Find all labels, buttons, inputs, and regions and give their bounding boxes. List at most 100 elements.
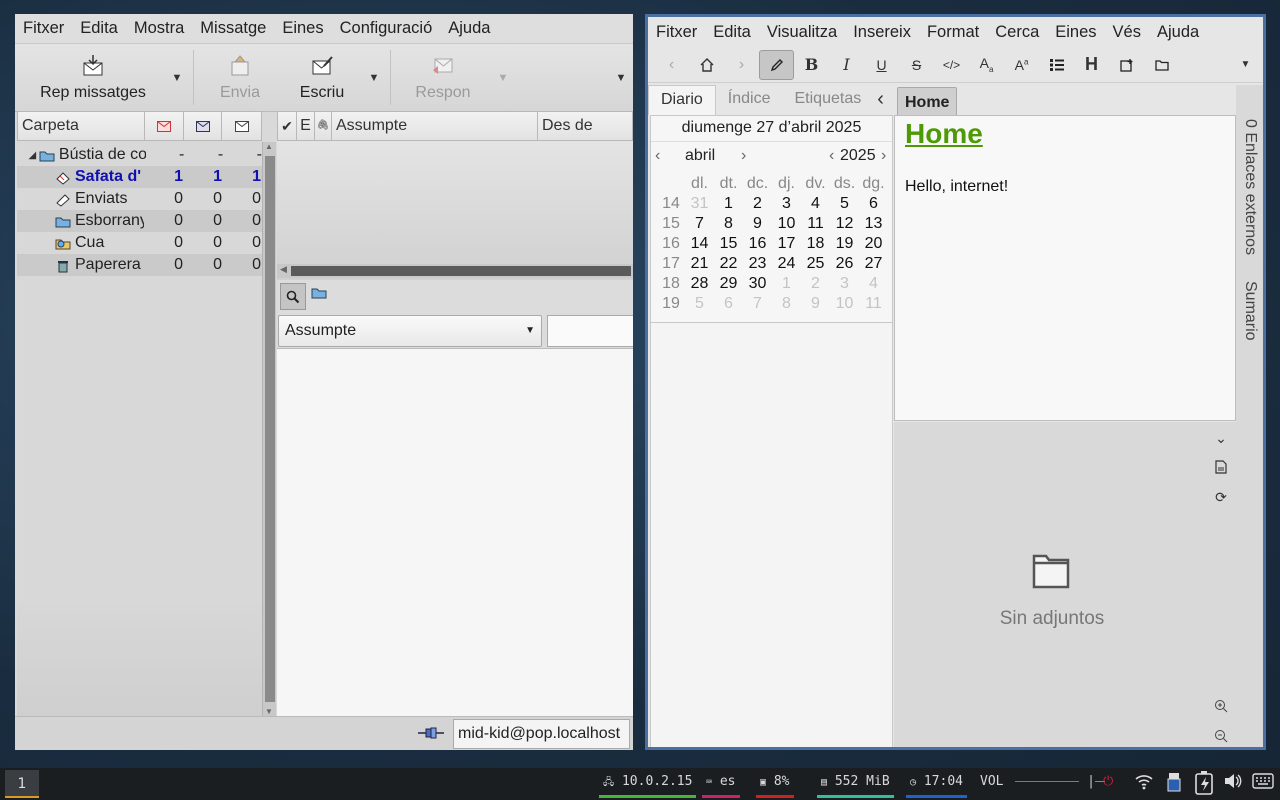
calendar-day[interactable]: 4 bbox=[801, 194, 830, 214]
menu-cerca[interactable]: Cerca bbox=[987, 23, 1047, 42]
message-list-scrollbar[interactable]: ◀ bbox=[277, 264, 633, 278]
page-editor[interactable]: Home Hello, internet! bbox=[894, 115, 1236, 421]
folder-row-trash[interactable]: Paperera 0 0 0 bbox=[17, 254, 262, 276]
message-list-scrollbar-thumb[interactable] bbox=[291, 266, 631, 276]
folder-search-button[interactable] bbox=[311, 286, 327, 304]
calendar-day[interactable]: 7 bbox=[743, 294, 772, 314]
virtual-keyboard-icon[interactable] bbox=[1248, 773, 1278, 793]
superscript-button[interactable]: Aa bbox=[1004, 50, 1039, 80]
wifi-icon[interactable] bbox=[1130, 772, 1158, 792]
next-month-icon[interactable]: › bbox=[741, 143, 746, 169]
folder-column-header[interactable]: Carpeta bbox=[18, 112, 145, 140]
subscript-button[interactable]: Aa bbox=[969, 50, 1004, 80]
home-button[interactable] bbox=[689, 50, 724, 80]
calendar-day[interactable]: 25 bbox=[801, 254, 830, 274]
edit-mode-toggle[interactable] bbox=[759, 49, 794, 80]
search-toggle-button[interactable] bbox=[280, 283, 306, 310]
bullet-list-button[interactable] bbox=[1039, 50, 1074, 80]
calendar-day[interactable]: 19 bbox=[830, 234, 859, 254]
reply-button[interactable]: Respon bbox=[395, 44, 491, 111]
tab-summary[interactable]: Sumario bbox=[1241, 281, 1259, 341]
bold-button[interactable]: B bbox=[794, 50, 829, 80]
calendar-day[interactable]: 5 bbox=[685, 294, 714, 314]
menu-format[interactable]: Format bbox=[919, 23, 987, 42]
menu-fitxer[interactable]: Fitxer bbox=[648, 23, 705, 42]
menu-insereix[interactable]: Insereix bbox=[845, 23, 919, 42]
calendar-day[interactable]: 27 bbox=[859, 254, 888, 274]
calendar-day[interactable]: 29 bbox=[714, 274, 743, 294]
zoom-in-button[interactable] bbox=[1211, 699, 1231, 716]
calendar-day[interactable]: 15 bbox=[714, 234, 743, 254]
folder-row-queue[interactable]: Cua 0 0 0 bbox=[17, 232, 262, 254]
toolbar-overflow-dropdown[interactable]: ▼ bbox=[1228, 50, 1263, 80]
compose-dropdown[interactable]: ▼ bbox=[362, 44, 386, 111]
calendar-day[interactable]: 3 bbox=[772, 194, 801, 214]
calendar-day[interactable]: 8 bbox=[772, 294, 801, 314]
calendar-day[interactable]: 10 bbox=[772, 214, 801, 234]
attachment-column-header[interactable]: 🖇 bbox=[315, 112, 332, 140]
folder-scrollbar-thumb[interactable] bbox=[265, 156, 275, 702]
tab-diario[interactable]: Diario bbox=[648, 85, 716, 115]
calendar-day[interactable]: 10 bbox=[830, 294, 859, 314]
tab-indice[interactable]: Índice bbox=[716, 85, 783, 115]
search-input[interactable] bbox=[547, 315, 633, 347]
reply-dropdown[interactable]: ▼ bbox=[491, 44, 515, 111]
calendar-day[interactable]: 9 bbox=[801, 294, 830, 314]
folder-row-sent[interactable]: Enviats 0 0 0 bbox=[17, 188, 262, 210]
calendar-day[interactable]: 1 bbox=[714, 194, 743, 214]
volume-module[interactable]: VOL | bbox=[976, 774, 1109, 794]
refresh-button[interactable]: ⟳ bbox=[1211, 489, 1231, 506]
tab-etiquetas[interactable]: Etiquetas bbox=[783, 85, 874, 115]
menu-ajuda[interactable]: Ajuda bbox=[440, 19, 498, 38]
breadcrumb-home[interactable]: Home bbox=[897, 87, 958, 118]
menu-edita[interactable]: Edita bbox=[705, 23, 759, 42]
scroll-up-icon[interactable]: ▲ bbox=[265, 142, 273, 151]
account-selector[interactable]: mid-kid@pop.localhost bbox=[453, 719, 630, 749]
total-column-header[interactable] bbox=[222, 112, 261, 140]
menu-eines[interactable]: Eines bbox=[274, 19, 331, 38]
calendar-day[interactable]: 21 bbox=[685, 254, 714, 274]
battery-charging-icon[interactable] bbox=[1189, 771, 1219, 795]
keyboard-layout-module[interactable]: ⌨ es bbox=[702, 774, 740, 798]
search-field-select[interactable]: Assumpte ▼ bbox=[278, 315, 542, 347]
calendar-day[interactable]: 17 bbox=[772, 234, 801, 254]
calendar-day[interactable]: 26 bbox=[830, 254, 859, 274]
calendar-day[interactable]: 14 bbox=[685, 234, 714, 254]
prev-year-icon[interactable]: ‹ bbox=[829, 143, 834, 169]
calendar-day[interactable]: 6 bbox=[714, 294, 743, 314]
calendar-day[interactable]: 2 bbox=[743, 194, 772, 214]
online-status-icon[interactable] bbox=[418, 726, 444, 745]
scroll-left-icon[interactable]: ◀ bbox=[280, 264, 287, 275]
from-column-header[interactable]: Des de bbox=[538, 112, 632, 140]
collapse-pane-icon[interactable]: ‹ bbox=[873, 85, 888, 115]
calendar-day[interactable]: 5 bbox=[830, 194, 859, 214]
calendar-day[interactable]: 8 bbox=[714, 214, 743, 234]
calendar-day[interactable]: 1 bbox=[772, 274, 801, 294]
next-year-icon[interactable]: › bbox=[881, 143, 886, 169]
workspace-button[interactable]: 1 bbox=[5, 770, 39, 798]
menu-configuracio[interactable]: Configuració bbox=[332, 19, 441, 38]
menu-mostra[interactable]: Mostra bbox=[126, 19, 192, 38]
calendar-day[interactable]: 4 bbox=[859, 274, 888, 294]
menu-ajuda[interactable]: Ajuda bbox=[1149, 23, 1207, 42]
calendar-day[interactable]: 16 bbox=[743, 234, 772, 254]
open-document-button[interactable] bbox=[1211, 460, 1231, 477]
calendar-day[interactable]: 13 bbox=[859, 214, 888, 234]
status-column-header[interactable]: E bbox=[297, 112, 315, 140]
folder-scrollbar[interactable]: ▲ ▼ bbox=[262, 142, 276, 716]
mark-column-header[interactable]: ✔ bbox=[278, 112, 297, 140]
calendar-day[interactable]: 18 bbox=[801, 234, 830, 254]
speaker-icon[interactable] bbox=[1219, 772, 1247, 792]
attach-folder-button[interactable] bbox=[1144, 50, 1179, 80]
prev-month-icon[interactable]: ‹ bbox=[655, 143, 660, 169]
calendar-day[interactable]: 2 bbox=[801, 274, 830, 294]
receive-dropdown[interactable]: ▼ bbox=[165, 44, 189, 111]
calendar-day[interactable]: 22 bbox=[714, 254, 743, 274]
calendar-day[interactable]: 11 bbox=[801, 214, 830, 234]
expand-attachments-button[interactable]: ⌄ bbox=[1211, 430, 1231, 447]
calendar-day[interactable]: 31 bbox=[685, 194, 714, 214]
menu-visualitza[interactable]: Visualitza bbox=[759, 23, 845, 42]
back-button[interactable]: ‹ bbox=[654, 50, 689, 80]
heading-button[interactable]: H bbox=[1074, 50, 1109, 80]
volume-slider[interactable] bbox=[1015, 781, 1080, 782]
